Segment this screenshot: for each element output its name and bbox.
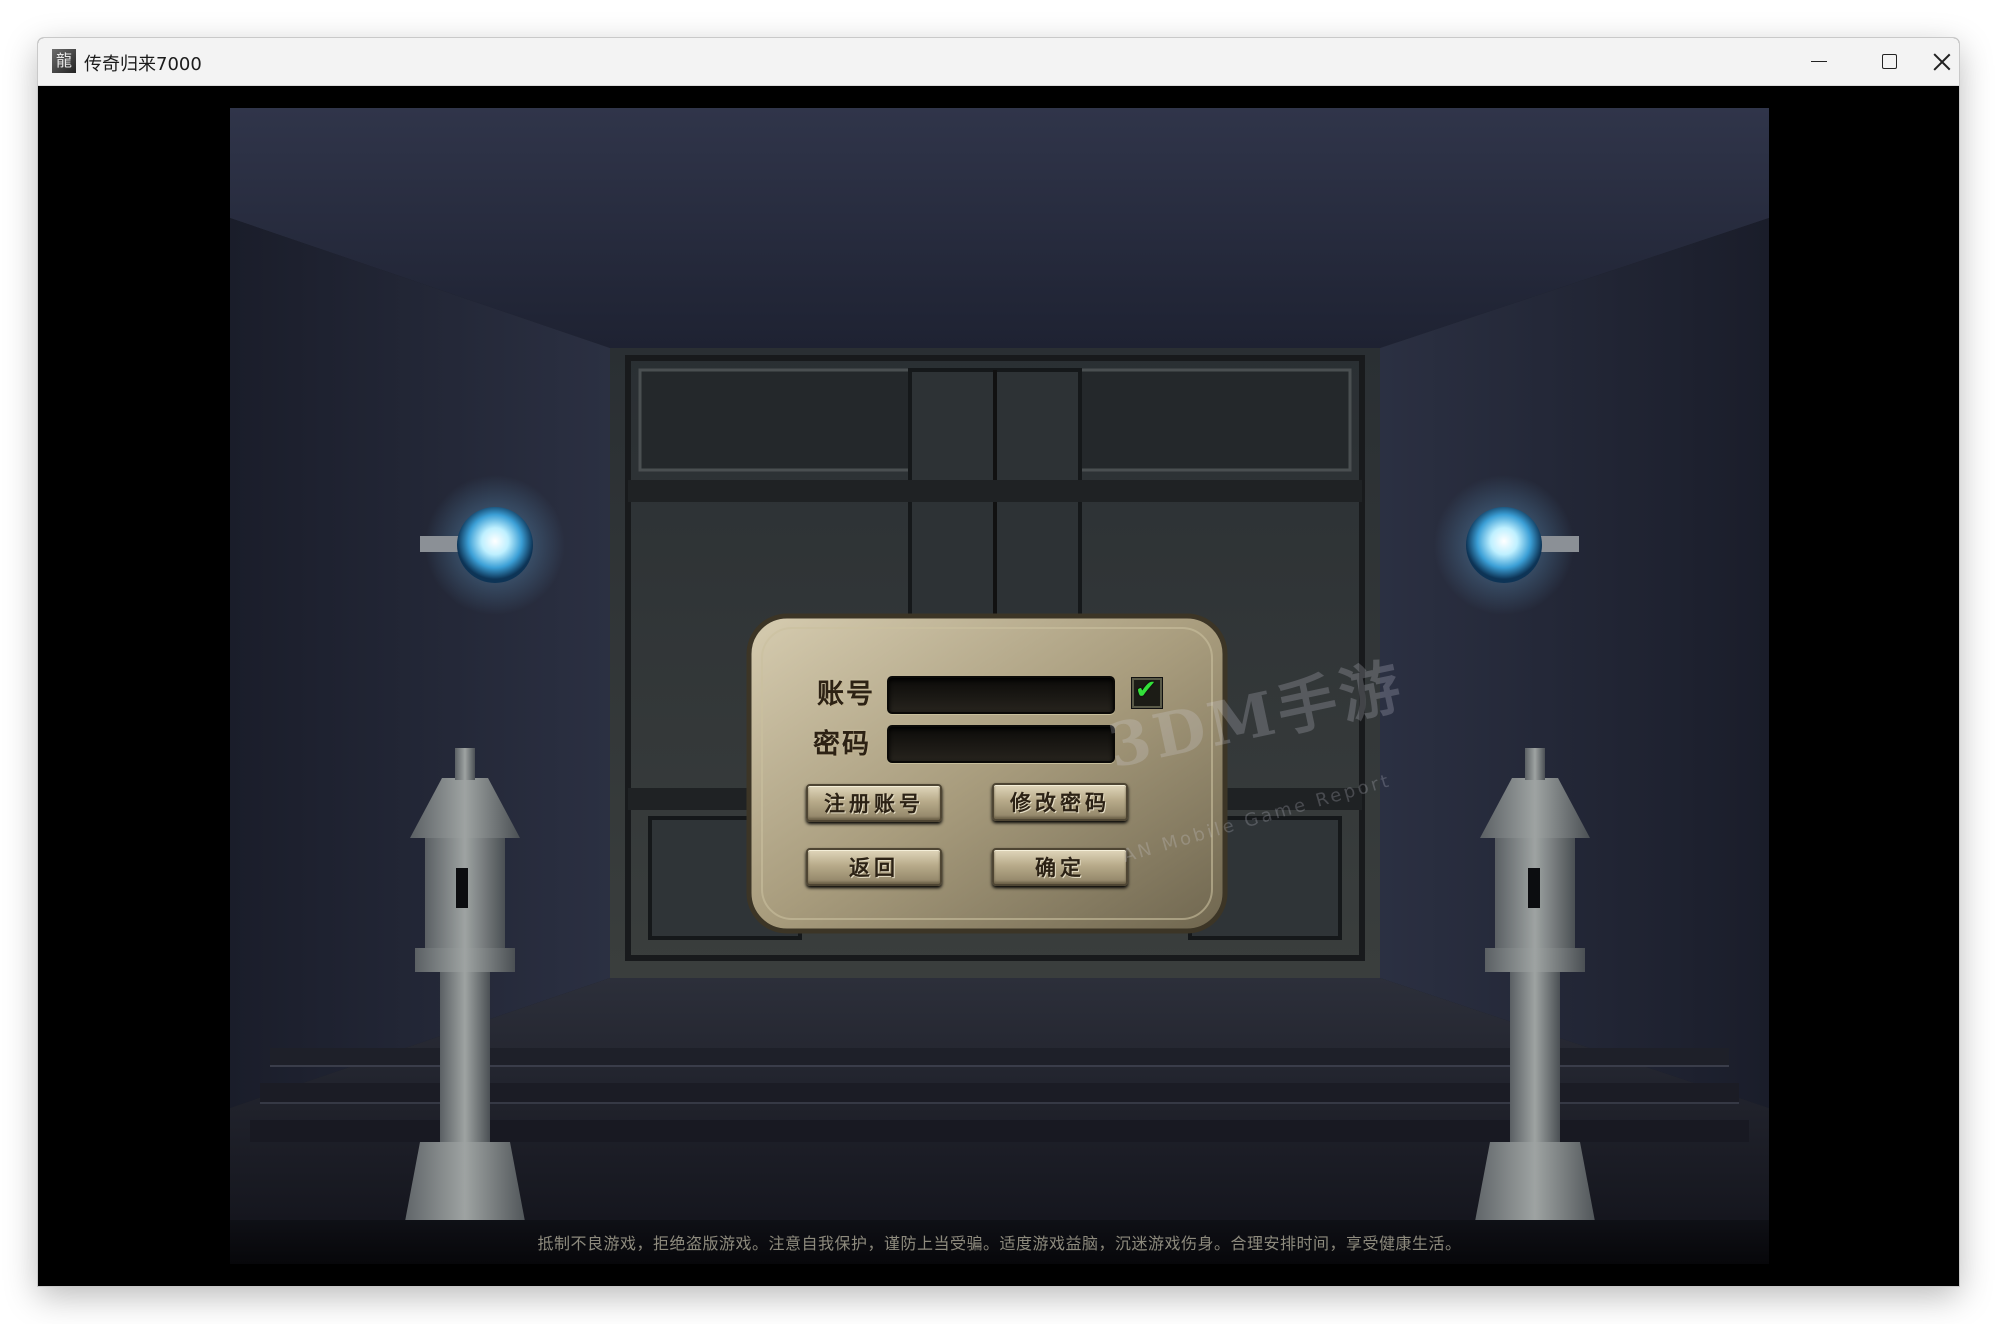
checkmark-icon: ✔ [1135,675,1157,705]
health-notice-text: 抵制不良游戏，拒绝盗版游戏。注意自我保护，谨防上当受骗。适度游戏益脑，沉迷游戏伤… [537,1234,1462,1253]
game-window: 龍 传奇归来7000 账号 ✔ 密码 注册账号 修改密码 返回 确定 3DM手游… [38,38,1959,1286]
account-label: 账号 [817,679,875,710]
password-label: 密码 [813,729,871,760]
game-scene: 账号 ✔ 密码 注册账号 修改密码 返回 确定 3DM手游 AN Mobile … [230,108,1769,1264]
title-bar[interactable]: 龍 传奇归来7000 [38,38,1959,86]
change-password-button[interactable]: 修改密码 [992,783,1128,821]
minimize-button[interactable] [1784,38,1854,85]
register-account-button[interactable]: 注册账号 [806,784,942,822]
maximize-icon [1881,54,1897,69]
password-input[interactable] [887,725,1115,763]
login-panel: 账号 ✔ 密码 注册账号 修改密码 返回 确定 [749,616,1225,931]
health-notice-bar: 抵制不良游戏，拒绝盗版游戏。注意自我保护，谨防上当受骗。适度游戏益脑，沉迷游戏伤… [230,1220,1769,1264]
maximize-button[interactable] [1854,38,1924,85]
account-input[interactable] [887,676,1115,714]
minimize-icon [1811,61,1827,62]
window-title: 传奇归来7000 [84,54,202,75]
dragon-app-icon: 龍 [52,49,76,73]
back-button[interactable]: 返回 [806,848,942,886]
close-icon [1933,53,1951,71]
confirm-button[interactable]: 确定 [992,848,1128,886]
close-button[interactable] [1924,38,1959,85]
remember-account-checkbox[interactable]: ✔ [1132,675,1162,708]
